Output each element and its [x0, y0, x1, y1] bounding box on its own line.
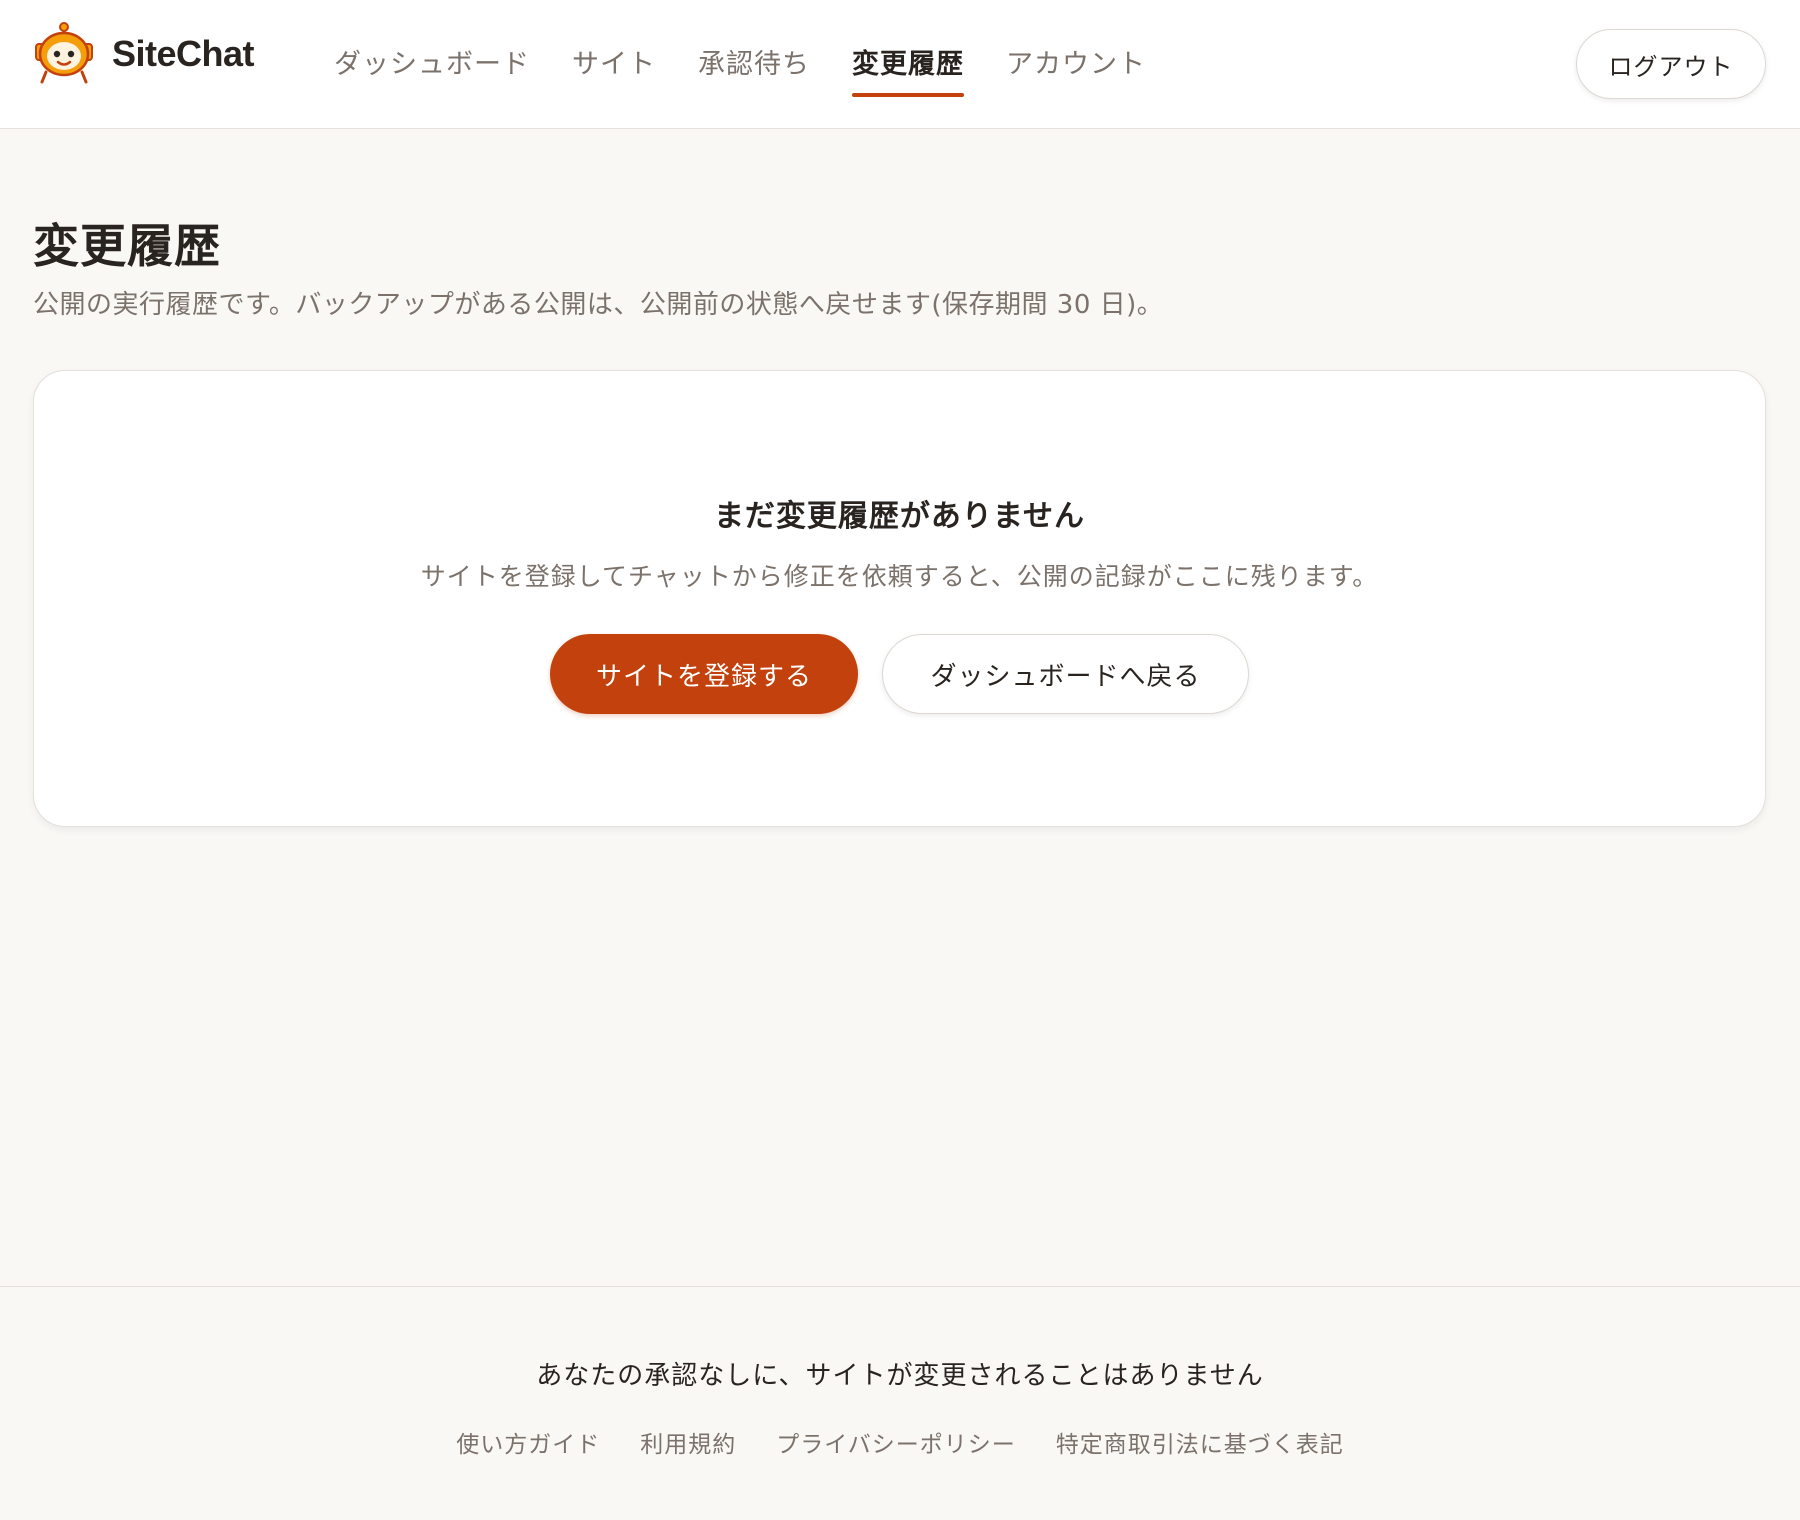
- nav-item-dashboard[interactable]: ダッシュボード: [334, 0, 530, 129]
- empty-state-actions: サイトを登録する ダッシュボードへ戻る: [34, 634, 1765, 714]
- register-site-button[interactable]: サイトを登録する: [550, 634, 858, 714]
- footer-link-guide[interactable]: 使い方ガイド: [456, 1425, 600, 1459]
- nav-item-pending-approval[interactable]: 承認待ち: [698, 0, 810, 129]
- page-description: 公開の実行履歴です。バックアップがある公開は、公開前の状態へ戻せます(保存期間 …: [33, 290, 1164, 320]
- main-nav: ダッシュボード サイト 承認待ち 変更履歴 アカウント: [334, 0, 1146, 129]
- footer-links: 使い方ガイド 利用規約 プライバシーポリシー 特定商取引法に基づく表記: [0, 1425, 1800, 1459]
- robot-mascot-icon: [35, 22, 93, 84]
- footer-link-terms[interactable]: 利用規約: [640, 1425, 736, 1459]
- back-to-dashboard-button[interactable]: ダッシュボードへ戻る: [882, 634, 1249, 714]
- page-title: 変更履歴: [33, 219, 221, 273]
- site-header: SiteChat ダッシュボード サイト 承認待ち 変更履歴 アカウント ログア…: [0, 0, 1800, 129]
- footer-tagline: あなたの承認なしに、サイトが変更されることはありません: [536, 1361, 1264, 1391]
- nav-item-account[interactable]: アカウント: [1006, 0, 1146, 129]
- empty-state-card: まだ変更履歴がありません サイトを登録してチャットから修正を依頼すると、公開の記…: [33, 370, 1766, 827]
- app-name: SiteChat: [112, 33, 255, 74]
- logout-button[interactable]: ログアウト: [1576, 29, 1766, 99]
- footer-link-privacy[interactable]: プライバシーポリシー: [776, 1425, 1016, 1459]
- site-footer: あなたの承認なしに、サイトが変更されることはありません 使い方ガイド 利用規約 …: [0, 1286, 1800, 1520]
- footer-link-commercial-law[interactable]: 特定商取引法に基づく表記: [1056, 1425, 1344, 1459]
- empty-state-description: サイトを登録してチャットから修正を依頼すると、公開の記録がここに残ります。: [420, 562, 1379, 591]
- nav-item-change-history[interactable]: 変更履歴: [852, 0, 964, 129]
- empty-state-title: まだ変更履歴がありません: [713, 499, 1086, 534]
- logo-link[interactable]: SiteChat: [32, 22, 255, 86]
- nav-item-sites[interactable]: サイト: [572, 0, 656, 129]
